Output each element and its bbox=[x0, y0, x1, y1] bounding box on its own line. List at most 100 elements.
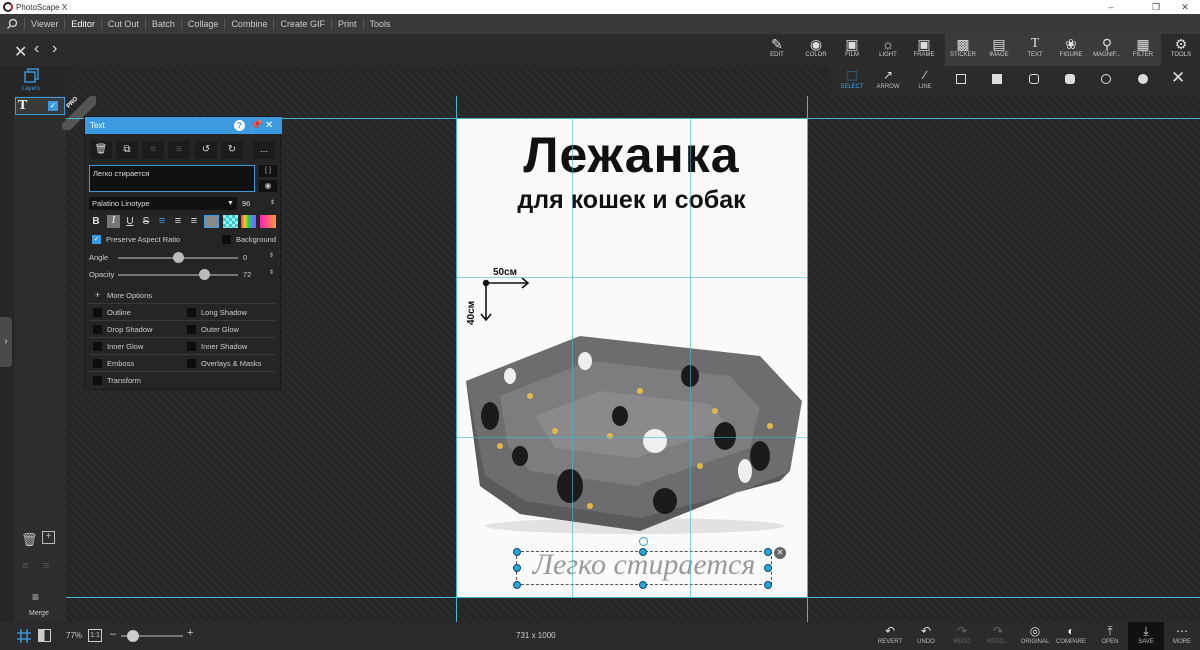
rectangle-outline-icon[interactable] bbox=[956, 74, 966, 84]
merge-icon[interactable]: ≡ bbox=[32, 590, 39, 604]
circle-outline-icon[interactable] bbox=[1101, 74, 1111, 84]
minimize-icon[interactable]: – bbox=[1096, 0, 1126, 14]
option-overlays-masks[interactable]: Overlays & Masks bbox=[201, 359, 261, 368]
option-transform[interactable]: Transform bbox=[107, 376, 141, 385]
resize-handle-top[interactable] bbox=[639, 548, 647, 556]
menu-print[interactable]: Print bbox=[330, 18, 363, 30]
duplicate-layer-icon[interactable]: + bbox=[42, 531, 55, 544]
zoom-in-icon[interactable]: + bbox=[187, 627, 193, 639]
gradient-swatch[interactable] bbox=[241, 215, 256, 228]
tool-text[interactable]: T TEXT bbox=[1017, 34, 1053, 66]
more-button[interactable]: ... bbox=[253, 141, 275, 159]
background-checkbox[interactable] bbox=[222, 235, 231, 244]
underline-button[interactable]: U bbox=[124, 216, 136, 228]
opacity-stepper-icon[interactable]: ⇕ bbox=[269, 269, 274, 276]
align-left-text-icon[interactable]: ≡ bbox=[156, 215, 168, 228]
menu-cut-out[interactable]: Cut Out bbox=[100, 18, 145, 30]
tool-frame[interactable]: ▣ FRAME bbox=[906, 34, 942, 66]
grid-icon[interactable] bbox=[17, 629, 31, 643]
outline-checkbox[interactable] bbox=[93, 308, 102, 317]
emboss-checkbox[interactable] bbox=[93, 359, 102, 368]
menu-viewer[interactable]: Viewer bbox=[24, 18, 64, 30]
pattern-swatch[interactable] bbox=[223, 215, 238, 228]
option-outer-glow[interactable]: Outer Glow bbox=[201, 325, 239, 334]
tool-figure[interactable]: ❀ FIGURE bbox=[1053, 34, 1089, 66]
previous-icon[interactable]: ‹ bbox=[34, 40, 39, 58]
align-right-icon[interactable]: ≡ bbox=[43, 560, 49, 572]
transform-checkbox[interactable] bbox=[93, 376, 102, 385]
menu-create-gif[interactable]: Create GIF bbox=[273, 18, 331, 30]
remove-object-icon[interactable]: ✕ bbox=[774, 547, 786, 559]
angle-slider-knob[interactable] bbox=[172, 252, 184, 263]
tool-film[interactable]: ▣ FILM bbox=[834, 34, 870, 66]
close-panel-icon[interactable]: ✕ bbox=[265, 117, 273, 134]
tool-light[interactable]: ☼ LIGHT bbox=[870, 34, 906, 66]
option-drop-shadow[interactable]: Drop Shadow bbox=[107, 325, 152, 334]
tool-image[interactable]: ▤ IMAGE bbox=[981, 34, 1017, 66]
pin-icon[interactable]: 📌 bbox=[250, 117, 262, 134]
text-options-icon[interactable]: ◉ bbox=[259, 180, 277, 192]
overlays-masks-checkbox[interactable] bbox=[187, 359, 196, 368]
tool-magnifier[interactable]: ⚲ MAGNIF... bbox=[1089, 34, 1125, 66]
subtool-arrow[interactable]: ↗ ARROW bbox=[872, 66, 904, 96]
expand-side-panel-icon[interactable]: › bbox=[0, 317, 12, 367]
menu-collage[interactable]: Collage bbox=[180, 18, 225, 30]
gradient-pink-swatch[interactable] bbox=[260, 215, 276, 228]
delete-text-button[interactable]: 🗑 bbox=[90, 141, 112, 159]
expand-text-icon[interactable]: [ ] bbox=[259, 165, 277, 177]
menu-combine[interactable]: Combine bbox=[224, 18, 273, 30]
redo-all-button[interactable]: ↷ REDO... bbox=[980, 622, 1016, 650]
resize-handle-left[interactable] bbox=[513, 564, 521, 572]
zoom-slider-knob[interactable] bbox=[127, 630, 139, 642]
redo-button[interactable]: ↷ REDO bbox=[944, 622, 980, 650]
duplicate-text-button[interactable]: ⧉ bbox=[116, 141, 138, 159]
text-color-swatch[interactable] bbox=[204, 215, 219, 228]
align-text-left-button[interactable]: ≡ bbox=[142, 141, 164, 159]
tool-sticker[interactable]: ▩ STICKER bbox=[945, 34, 981, 66]
inner-shadow-checkbox[interactable] bbox=[187, 342, 196, 351]
inner-glow-checkbox[interactable] bbox=[93, 342, 102, 351]
option-inner-glow[interactable]: Inner Glow bbox=[107, 342, 143, 351]
rotate-left-button[interactable]: ↺ bbox=[195, 141, 217, 159]
long-shadow-checkbox[interactable] bbox=[187, 308, 196, 317]
photo-image[interactable]: Лежанка для кошек и собак 50см 40см Легк… bbox=[456, 118, 807, 597]
text-input[interactable]: Легко стирается bbox=[89, 165, 255, 192]
resize-handle-top-left[interactable] bbox=[513, 548, 521, 556]
rounded-rectangle-filled-icon[interactable] bbox=[1065, 74, 1075, 84]
close-editor-icon[interactable]: ✕ bbox=[14, 42, 27, 62]
preserve-aspect-checkbox[interactable]: ✓ bbox=[92, 235, 101, 244]
option-emboss[interactable]: Emboss bbox=[107, 359, 134, 368]
revert-button[interactable]: ↶ REVERT bbox=[872, 622, 908, 650]
layer-item-text[interactable]: T ✓ bbox=[15, 97, 65, 115]
next-icon[interactable]: › bbox=[52, 40, 57, 58]
split-view-icon[interactable] bbox=[38, 629, 51, 642]
layer-visible-checkbox[interactable]: ✓ bbox=[48, 101, 58, 111]
rounded-rectangle-outline-icon[interactable] bbox=[1029, 74, 1039, 84]
save-button[interactable]: ⤓ SAVE bbox=[1128, 622, 1164, 650]
layers-icon[interactable] bbox=[24, 68, 42, 84]
italic-button[interactable]: I bbox=[107, 215, 120, 228]
menu-tools[interactable]: Tools bbox=[362, 18, 397, 30]
resize-handle-right[interactable] bbox=[764, 564, 772, 572]
rotate-handle[interactable] bbox=[639, 537, 648, 546]
compare-button[interactable]: ◐ COMPARE bbox=[1053, 622, 1089, 650]
subtool-line[interactable]: ∕ LINE bbox=[909, 66, 941, 96]
resize-handle-top-right[interactable] bbox=[764, 548, 772, 556]
resize-handle-bottom-right[interactable] bbox=[764, 581, 772, 589]
tool-edit[interactable]: ✎ EDIT bbox=[759, 34, 795, 66]
open-button[interactable]: ⤒ OPEN bbox=[1092, 622, 1128, 650]
opacity-slider-knob[interactable] bbox=[198, 269, 210, 280]
rotate-right-button[interactable]: ↻ bbox=[221, 141, 243, 159]
resize-handle-bottom-left[interactable] bbox=[513, 581, 521, 589]
font-size-stepper[interactable]: 96 ⇕ bbox=[240, 197, 278, 210]
circle-filled-icon[interactable] bbox=[1138, 74, 1148, 84]
original-button[interactable]: ◎ ORIGINAL bbox=[1017, 622, 1053, 650]
search-icon[interactable] bbox=[0, 14, 24, 34]
delete-layer-icon[interactable]: 🗑 bbox=[21, 532, 38, 548]
option-outline[interactable]: Outline bbox=[107, 308, 131, 317]
opacity-value[interactable]: 72 bbox=[243, 270, 251, 279]
tool-filter[interactable]: ▦ FILTER bbox=[1125, 34, 1161, 66]
more-menu-button[interactable]: ⋯ MORE bbox=[1164, 622, 1200, 650]
align-center-text-icon[interactable]: ≡ bbox=[172, 215, 184, 228]
font-select[interactable]: Palatino Linotype ▼ bbox=[89, 197, 237, 210]
